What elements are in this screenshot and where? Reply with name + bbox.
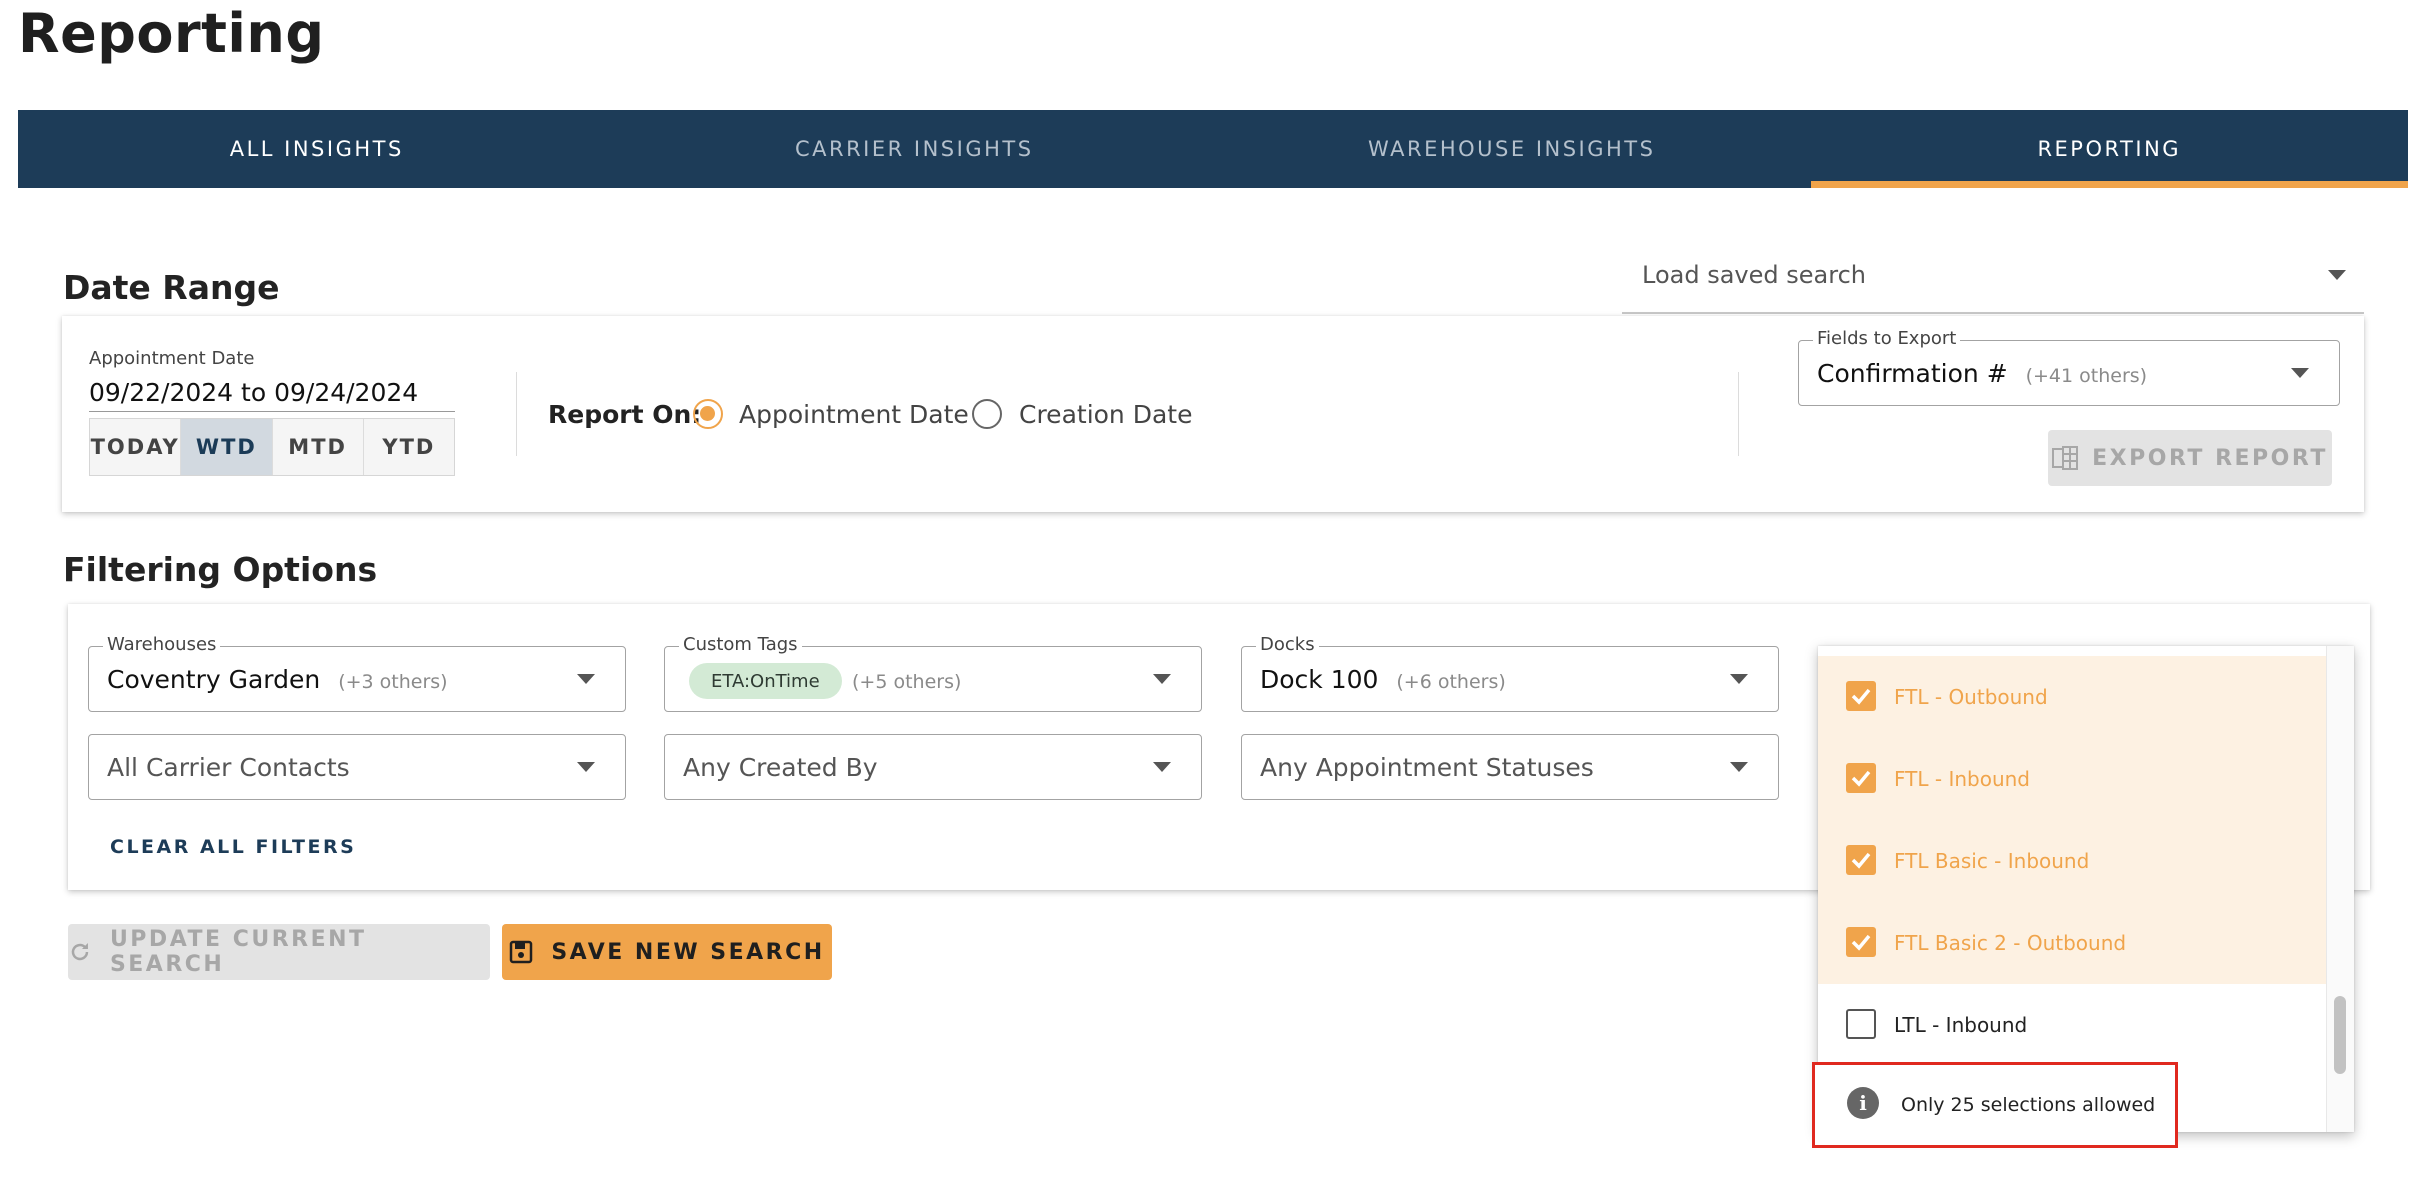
warehouses-value: Coventry Garden (+3 others) — [107, 665, 448, 694]
preset-today-button[interactable]: TODAY — [90, 419, 182, 475]
chevron-down-icon — [1730, 762, 1748, 772]
selection-limit-message: i Only 25 selections allowed — [1812, 1062, 2178, 1148]
radio-creation-date[interactable] — [972, 399, 1002, 429]
spreadsheet-icon — [2052, 446, 2079, 470]
fields-to-export-first: Confirmation # — [1817, 359, 2008, 388]
dropdown-option-label: LTL - Inbound — [1894, 1013, 2028, 1037]
date-preset-group: TODAY WTD MTD YTD — [89, 418, 455, 476]
clear-all-filters-link[interactable]: CLEAR ALL FILTERS — [110, 836, 356, 858]
radio-creation-date-label[interactable]: Creation Date — [1019, 400, 1192, 429]
dropdown-option-ftl-outbound[interactable]: FTL - Outbound — [1818, 656, 2326, 738]
docks-first: Dock 100 — [1260, 665, 1379, 694]
docks-label: Docks — [1256, 634, 1319, 655]
date-range-heading: Date Range — [63, 268, 280, 307]
selection-limit-text: Only 25 selections allowed — [1901, 1094, 2156, 1116]
created-by-select[interactable]: Any Created By — [664, 734, 1202, 800]
appointment-statuses-value: Any Appointment Statuses — [1260, 753, 1594, 782]
appointment-statuses-select[interactable]: Any Appointment Statuses — [1241, 734, 1779, 800]
checkbox-empty-icon[interactable] — [1846, 1009, 1876, 1039]
custom-tags-select[interactable]: Custom Tags ETA:OnTime (+5 others) — [664, 634, 1202, 712]
dropdown-scrollbar-thumb[interactable] — [2334, 996, 2346, 1074]
preset-ytd-button[interactable]: YTD — [363, 419, 454, 475]
radio-appointment-date-label[interactable]: Appointment Date — [739, 400, 969, 429]
load-type-dropdown-menu: FTL - Outbound FTL - Inbound FTL Basic -… — [1818, 646, 2354, 1132]
load-saved-search-label: Load saved search — [1642, 261, 1866, 289]
appointment-date-input[interactable]: 09/22/2024 to 09/24/2024 — [89, 378, 455, 412]
warehouses-more: (+3 others) — [338, 671, 448, 693]
save-new-search-label: SAVE NEW SEARCH — [551, 939, 825, 965]
tab-reporting[interactable]: REPORTING — [1810, 110, 2409, 188]
dropdown-option-label: FTL Basic - Inbound — [1894, 849, 2090, 873]
report-on-label: Report On: — [548, 400, 702, 429]
fields-to-export-more: (+41 others) — [2025, 365, 2148, 387]
carrier-contacts-value: All Carrier Contacts — [107, 753, 350, 782]
load-saved-search-select[interactable]: Load saved search — [1622, 248, 2364, 314]
dropdown-option-ftl-basic-inbound[interactable]: FTL Basic - Inbound — [1818, 820, 2326, 902]
date-range-card: Appointment Date 09/22/2024 to 09/24/202… — [62, 316, 2364, 512]
radio-appointment-date[interactable] — [693, 399, 723, 429]
chevron-down-icon — [1153, 674, 1171, 684]
filtering-options-heading: Filtering Options — [63, 550, 378, 589]
export-report-button[interactable]: EXPORT REPORT — [2048, 430, 2332, 486]
fields-to-export-label: Fields to Export — [1813, 328, 1961, 349]
save-icon — [510, 940, 533, 964]
chevron-down-icon — [1730, 674, 1748, 684]
tab-all-insights[interactable]: ALL INSIGHTS — [18, 110, 616, 188]
chevron-down-icon — [577, 674, 595, 684]
chevron-down-icon — [1153, 762, 1171, 772]
update-current-search-button[interactable]: UPDATE CURRENT SEARCH — [68, 924, 490, 980]
tab-carrier-insights[interactable]: CARRIER INSIGHTS — [616, 110, 1214, 188]
info-icon: i — [1847, 1087, 1879, 1119]
docks-select[interactable]: Docks Dock 100 (+6 others) — [1241, 634, 1779, 712]
update-current-search-label: UPDATE CURRENT SEARCH — [109, 927, 367, 977]
refresh-icon — [71, 943, 89, 961]
dropdown-option-ftl-inbound[interactable]: FTL - Inbound — [1818, 738, 2326, 820]
checkbox-checked-icon[interactable] — [1846, 927, 1876, 957]
checkbox-checked-icon[interactable] — [1846, 845, 1876, 875]
save-new-search-button[interactable]: SAVE NEW SEARCH — [502, 924, 832, 980]
chevron-down-icon — [2328, 270, 2346, 280]
warehouses-select[interactable]: Warehouses Coventry Garden (+3 others) — [88, 634, 626, 712]
checkbox-checked-icon[interactable] — [1846, 681, 1876, 711]
dropdown-option-ftl-basic-2-outbound[interactable]: FTL Basic 2 - Outbound — [1818, 902, 2326, 984]
chevron-down-icon — [2291, 368, 2309, 378]
tab-warehouse-insights[interactable]: WAREHOUSE INSIGHTS — [1213, 110, 1811, 188]
dropdown-option-label: FTL Basic 2 - Outbound — [1894, 931, 2127, 955]
custom-tags-more: (+5 others) — [852, 671, 962, 693]
export-report-label: EXPORT REPORT — [2092, 445, 2328, 471]
divider — [1738, 372, 1739, 456]
docks-value: Dock 100 (+6 others) — [1260, 665, 1506, 694]
checkbox-checked-icon[interactable] — [1846, 763, 1876, 793]
created-by-value: Any Created By — [683, 753, 878, 782]
custom-tag-chip[interactable]: ETA:OnTime — [689, 663, 842, 699]
fields-to-export-value: Confirmation # (+41 others) — [1817, 359, 2147, 388]
carrier-contacts-select[interactable]: All Carrier Contacts — [88, 734, 626, 800]
warehouses-first: Coventry Garden — [107, 665, 321, 694]
insights-tab-bar: ALL INSIGHTS CARRIER INSIGHTS WAREHOUSE … — [18, 110, 2408, 188]
dropdown-option-ltl-inbound[interactable]: LTL - Inbound — [1818, 984, 2326, 1066]
custom-tags-label: Custom Tags — [679, 634, 802, 655]
chevron-down-icon — [577, 762, 595, 772]
divider — [516, 372, 517, 456]
fields-to-export-select[interactable]: Fields to Export Confirmation # (+41 oth… — [1798, 328, 2340, 406]
dropdown-option-label: FTL - Inbound — [1894, 767, 2030, 791]
docks-more: (+6 others) — [1396, 671, 1506, 693]
preset-wtd-button[interactable]: WTD — [181, 419, 273, 475]
page-title: Reporting — [18, 2, 325, 65]
appointment-date-label: Appointment Date — [89, 348, 255, 369]
warehouses-label: Warehouses — [103, 634, 221, 655]
preset-mtd-button[interactable]: MTD — [272, 419, 364, 475]
dropdown-option-label: FTL - Outbound — [1894, 685, 2048, 709]
